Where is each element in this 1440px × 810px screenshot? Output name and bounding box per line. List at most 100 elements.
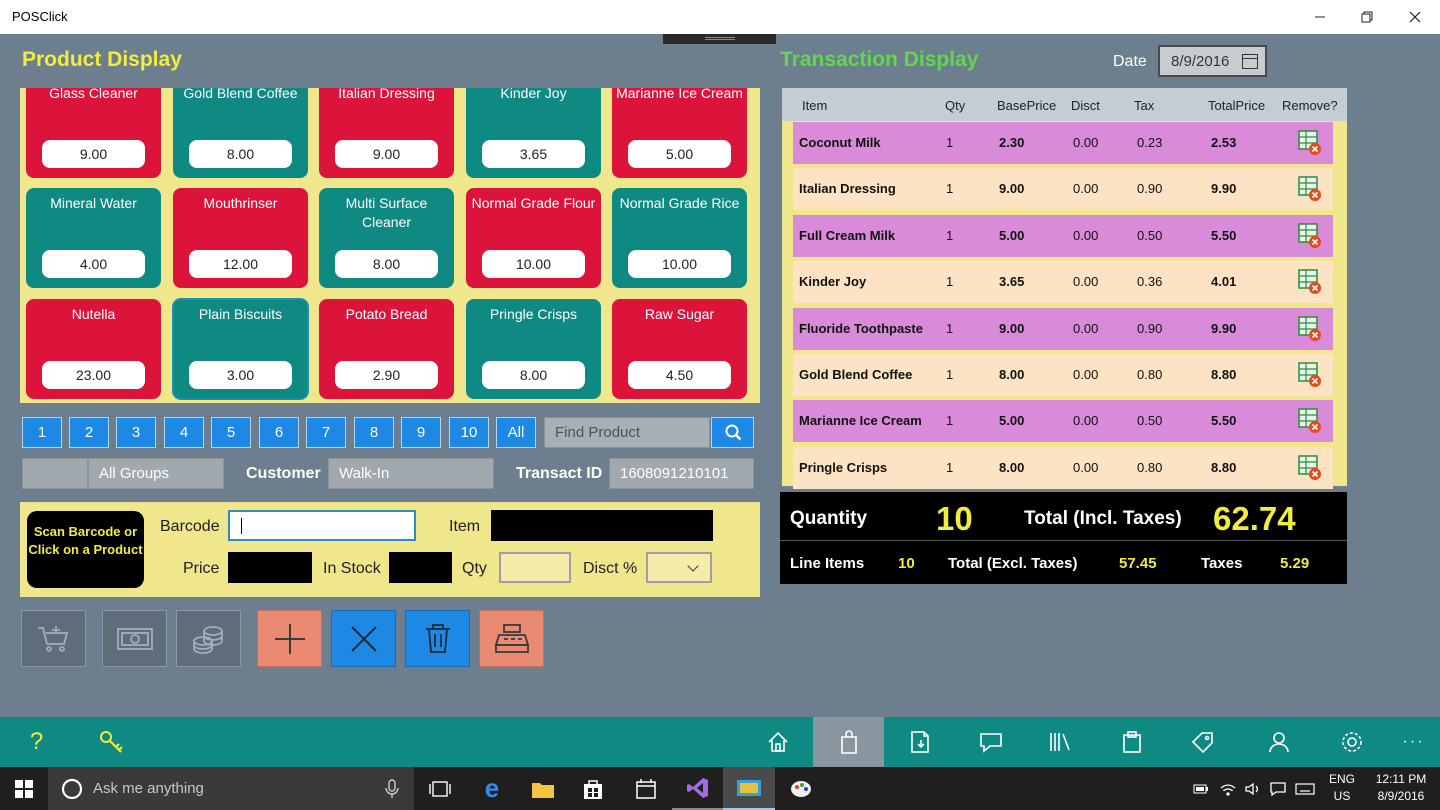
remove-item-button[interactable]: [1298, 223, 1322, 249]
date-label: Date: [1113, 53, 1147, 70]
more-button[interactable]: ···: [1378, 717, 1440, 767]
home-button[interactable]: [742, 717, 813, 767]
close-button[interactable]: [1392, 0, 1438, 34]
page-button[interactable]: 1: [22, 417, 62, 448]
cortana-search[interactable]: Ask me anything: [48, 767, 414, 810]
library-button[interactable]: [1025, 717, 1096, 767]
product-tile[interactable]: Normal Grade Flour 10.00: [466, 188, 601, 288]
page-button[interactable]: 7: [306, 417, 346, 448]
add-to-cart-button[interactable]: [21, 610, 86, 667]
product-tile[interactable]: Normal Grade Rice 10.00: [612, 188, 747, 288]
clock[interactable]: 12:11 PM 8/9/2016: [1368, 772, 1434, 803]
page-button[interactable]: 2: [69, 417, 109, 448]
cell-qty: 1: [946, 413, 954, 429]
cell-total: 9.90: [1211, 320, 1237, 336]
cell-tax: 0.36: [1137, 274, 1163, 290]
product-price: 8.00: [335, 250, 438, 278]
minimize-button[interactable]: [1297, 0, 1343, 34]
posclick-app-button[interactable]: [723, 767, 775, 810]
product-tile[interactable]: Mineral Water 4.00: [26, 188, 161, 288]
page-button[interactable]: All: [496, 417, 536, 448]
product-tile[interactable]: Pringle Crisps 8.00: [466, 299, 601, 399]
cancel-item-button[interactable]: [331, 610, 396, 667]
remove-item-button[interactable]: [1298, 176, 1322, 202]
edge-button[interactable]: e: [466, 767, 518, 810]
product-tile[interactable]: Nutella 23.00: [26, 299, 161, 399]
receive-stock-button[interactable]: [884, 717, 955, 767]
product-name: Multi Surface Cleaner: [345, 195, 428, 230]
customer-field[interactable]: Walk-In: [328, 458, 494, 489]
visual-studio-button[interactable]: [672, 767, 724, 810]
page-button[interactable]: 5: [211, 417, 251, 448]
page-button[interactable]: 4: [164, 417, 204, 448]
product-name: Normal Grade Flour: [471, 195, 596, 211]
add-item-button[interactable]: [257, 610, 322, 667]
product-tile[interactable]: Plain Biscuits 3.00: [172, 298, 309, 400]
discount-select[interactable]: [646, 552, 712, 583]
help-button[interactable]: ?: [1, 717, 72, 767]
product-price: 2.90: [335, 361, 438, 389]
cell-tax: 0.23: [1137, 135, 1163, 150]
product-tile[interactable]: Italian Dressing 9.00: [319, 88, 454, 178]
drag-handle[interactable]: [663, 34, 776, 44]
coins-button[interactable]: [176, 610, 241, 667]
group-color-box[interactable]: [22, 458, 88, 489]
product-tile[interactable]: Glass Cleaner 9.00: [26, 88, 161, 178]
more-icon: ···: [1402, 733, 1425, 750]
page-button[interactable]: 3: [116, 417, 156, 448]
date-picker[interactable]: 8/9/2016: [1158, 45, 1267, 77]
remove-item-button[interactable]: [1298, 362, 1322, 388]
product-tile[interactable]: Marianne Ice Cream 5.00: [612, 88, 747, 178]
tag-button[interactable]: [1167, 717, 1238, 767]
remove-item-button[interactable]: [1298, 315, 1322, 342]
group-select[interactable]: All Groups: [88, 458, 224, 489]
store-button[interactable]: [567, 767, 619, 810]
find-product-input[interactable]: Find Product: [544, 417, 710, 448]
app-command-bar: ? ···: [0, 717, 1440, 767]
page-button[interactable]: 9: [401, 417, 441, 448]
product-tile[interactable]: Mouthrinser 12.00: [173, 188, 308, 288]
cell-tax: 0.50: [1137, 413, 1163, 429]
delete-transaction-button[interactable]: [405, 610, 470, 667]
start-button[interactable]: [0, 767, 48, 810]
clipboard-button[interactable]: [1096, 717, 1167, 767]
remove-item-button[interactable]: [1298, 408, 1322, 434]
sales-button[interactable]: [813, 717, 884, 767]
page-button[interactable]: 6: [259, 417, 299, 448]
key-button[interactable]: [75, 717, 146, 767]
remove-item-button[interactable]: [1298, 269, 1322, 295]
find-product-button[interactable]: [711, 417, 754, 448]
date-value: 8/9/2016: [1171, 53, 1230, 70]
product-tile[interactable]: Potato Bread 2.90: [319, 299, 454, 399]
product-name: Mouthrinser: [203, 195, 278, 211]
cash-payment-button[interactable]: [102, 610, 167, 667]
messages-button[interactable]: [955, 717, 1026, 767]
input-language[interactable]: ENG US: [1323, 772, 1361, 803]
user-button[interactable]: [1243, 717, 1314, 767]
product-tile[interactable]: Gold Blend Coffee 8.00: [173, 88, 308, 178]
product-tile[interactable]: Multi Surface Cleaner 8.00: [319, 188, 454, 288]
page-button[interactable]: 8: [354, 417, 394, 448]
file-explorer-button[interactable]: [517, 767, 569, 810]
barcode-input[interactable]: [228, 510, 416, 541]
cell-tax: 0.80: [1137, 459, 1163, 475]
paint-button[interactable]: [775, 767, 827, 810]
page-button[interactable]: 10: [449, 417, 489, 448]
transact-id-label: Transact ID: [516, 465, 603, 482]
remove-item-button[interactable]: [1298, 455, 1322, 481]
product-tile[interactable]: Kinder Joy 3.65: [466, 88, 601, 178]
cell-disct: 0.00: [1073, 227, 1099, 243]
cash-register-button[interactable]: [479, 610, 544, 667]
remove-item-button[interactable]: [1298, 130, 1322, 156]
product-price: 5.00: [628, 140, 731, 168]
qty-input[interactable]: [499, 552, 571, 583]
calendar-app-button[interactable]: [620, 767, 672, 810]
settings-button[interactable]: [1316, 717, 1387, 767]
product-tile[interactable]: Raw Sugar 4.50: [612, 299, 747, 399]
clock-time: 12:11 PM: [1375, 772, 1427, 786]
cell-item: Coconut Milk: [799, 135, 881, 150]
restore-button[interactable]: [1344, 0, 1390, 34]
task-view-button[interactable]: [414, 767, 466, 810]
total-incl-label: Total (Incl. Taxes): [1024, 508, 1182, 529]
transaction-row: Gold Blend Coffee 1 8.00 0.00 0.80 8.80: [793, 354, 1333, 396]
